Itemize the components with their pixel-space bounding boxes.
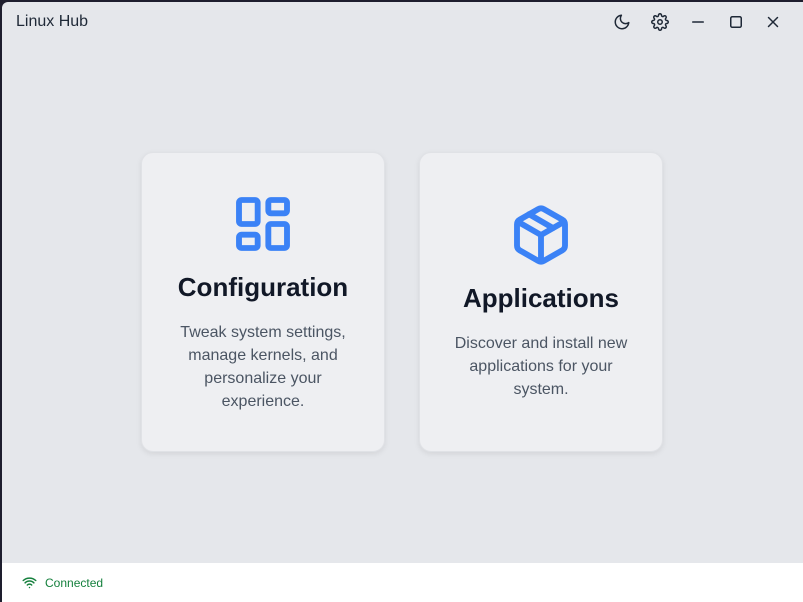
connection-status: Connected xyxy=(45,575,104,590)
minimize-icon xyxy=(692,21,704,23)
applications-card[interactable]: Applications Discover and install new ap… xyxy=(419,152,663,452)
wifi-icon xyxy=(22,577,37,589)
gear-icon xyxy=(651,13,669,31)
maximize-icon xyxy=(730,16,742,28)
title-bar[interactable]: Linux Hub xyxy=(2,2,803,42)
package-icon xyxy=(514,205,568,265)
layout-grid-icon xyxy=(236,196,290,251)
close-button[interactable] xyxy=(761,10,785,34)
close-icon xyxy=(767,16,779,28)
configuration-description: Tweak system settings, manage kernels, a… xyxy=(180,323,346,410)
applications-title: Applications xyxy=(462,283,619,313)
moon-icon xyxy=(614,14,630,30)
app-window: Linux Hub Configuration Tweak system set… xyxy=(2,2,803,602)
app-title: Linux Hub xyxy=(16,13,89,30)
settings-button[interactable] xyxy=(648,10,672,34)
theme-toggle-button[interactable] xyxy=(610,10,634,34)
status-bar: Connected xyxy=(2,563,803,602)
applications-description: Discover and install new applications fo… xyxy=(454,335,628,398)
configuration-card[interactable]: Configuration Tweak system settings, man… xyxy=(141,152,385,452)
maximize-button[interactable] xyxy=(724,10,748,34)
configuration-title: Configuration xyxy=(177,271,349,302)
minimize-button[interactable] xyxy=(686,10,710,34)
